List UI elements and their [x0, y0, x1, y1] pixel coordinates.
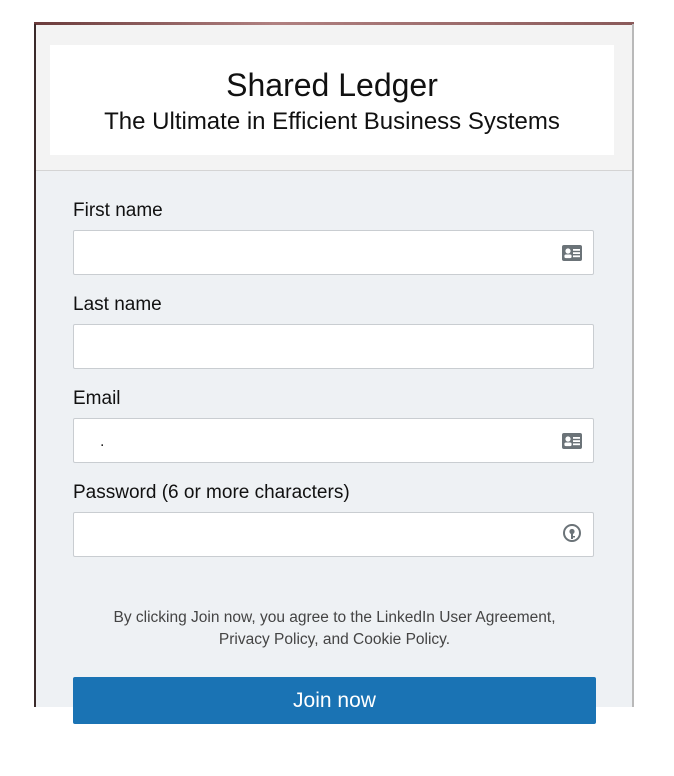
last-name-label: Last name: [73, 294, 162, 315]
contact-card-icon[interactable]: [561, 431, 583, 451]
terms-notice: By clicking Join now, you agree to the L…: [73, 607, 596, 651]
email-label: Email: [73, 388, 121, 409]
screen: Shared Ledger The Ultimate in Efficient …: [0, 0, 674, 776]
signup-dialog: Shared Ledger The Ultimate in Efficient …: [36, 25, 632, 724]
brand-header: Shared Ledger The Ultimate in Efficient …: [50, 45, 614, 155]
window-right-edge: [632, 24, 634, 707]
first-name-field[interactable]: [73, 230, 594, 275]
first-name-label: First name: [73, 200, 163, 221]
email-value: .: [100, 433, 105, 450]
contact-card-icon[interactable]: [561, 243, 583, 263]
password-label: Password (6 or more characters): [73, 482, 350, 503]
brand-subtitle: The Ultimate in Efficient Business Syste…: [104, 108, 560, 135]
email-field[interactable]: .: [73, 418, 594, 463]
brand-title: Shared Ledger: [226, 67, 438, 103]
terms-line-2: Privacy Policy, and Cookie Policy.: [218, 631, 451, 648]
terms-line-1: By clicking Join now, you agree to the L…: [113, 609, 556, 626]
last-name-field[interactable]: [73, 324, 594, 369]
password-key-icon[interactable]: [561, 524, 583, 544]
join-now-button[interactable]: Join now: [73, 677, 596, 724]
password-field[interactable]: [73, 512, 594, 557]
